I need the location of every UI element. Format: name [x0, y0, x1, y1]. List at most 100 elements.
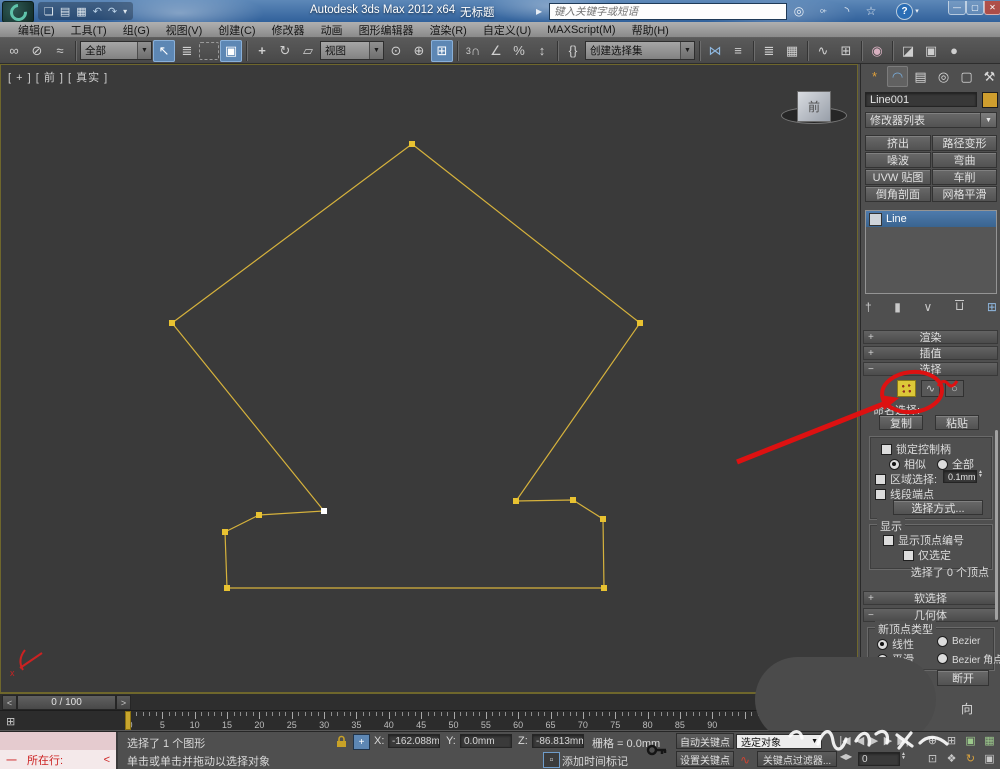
- angle-snap-icon[interactable]: ∠: [485, 40, 507, 62]
- app-menu-button[interactable]: [2, 0, 34, 24]
- pin-stack-icon[interactable]: †: [865, 300, 872, 314]
- break-button[interactable]: 断开: [937, 670, 989, 686]
- key-filters-button[interactable]: 关键点过滤器...: [757, 751, 837, 767]
- viewport-canvas[interactable]: [0, 64, 858, 693]
- coord-z-field[interactable]: -86.813mm: [532, 734, 584, 748]
- next-frame-button[interactable]: >: [116, 695, 131, 710]
- select-and-link-icon[interactable]: ∞: [3, 40, 25, 62]
- viewcube[interactable]: 前: [797, 91, 831, 122]
- rollout-interpolation[interactable]: + 插值: [863, 346, 998, 360]
- mirror-icon[interactable]: ⋈: [704, 40, 726, 62]
- stack-item-line[interactable]: Line: [866, 211, 996, 227]
- area-threshold-field[interactable]: 0.1mm: [943, 470, 977, 483]
- next-key-icon[interactable]: ▶: [882, 734, 894, 747]
- select-and-manipulate-icon[interactable]: ⊕: [408, 40, 430, 62]
- object-color-swatch[interactable]: [982, 92, 998, 108]
- tab-hierarchy-icon[interactable]: ▤: [910, 66, 931, 87]
- previous-frame-button[interactable]: <: [2, 695, 17, 710]
- panel-scrollbar[interactable]: [995, 430, 998, 620]
- named-selection-set-dropdown[interactable]: 创建选择集 ▼: [585, 41, 695, 60]
- favorites-star-icon[interactable]: ☆: [862, 3, 880, 19]
- select-object-icon[interactable]: ↖: [153, 39, 175, 62]
- infocenter-expand-icon[interactable]: ▸: [533, 3, 545, 19]
- qat-dropdown-icon[interactable]: ▾: [123, 7, 127, 16]
- previous-key-icon[interactable]: ◀: [854, 734, 866, 747]
- maximize-button[interactable]: ▢: [966, 1, 984, 15]
- time-tag-icon[interactable]: ▫: [543, 752, 560, 768]
- spinner-snap-icon[interactable]: ↕: [531, 40, 553, 62]
- zoom-all-icon[interactable]: ⊞: [943, 734, 960, 747]
- maxscript-listener-line[interactable]: 一 所在行: <: [0, 750, 118, 769]
- snap-toggle-3d-icon[interactable]: 3 ∩: [462, 40, 484, 62]
- menu-item-animation[interactable]: 动画: [313, 22, 351, 38]
- zoom-extents-icon[interactable]: ▣: [962, 734, 979, 747]
- modifier-stack-list[interactable]: Line: [865, 210, 997, 294]
- minimize-button[interactable]: —: [948, 1, 966, 15]
- vertex-subobject-icon[interactable]: [897, 380, 916, 397]
- menu-item-tools[interactable]: 工具(T): [63, 22, 115, 38]
- redo-icon[interactable]: ↷: [108, 5, 117, 18]
- maxscript-mini-listener[interactable]: [0, 732, 118, 750]
- pan-view-icon[interactable]: ❖: [943, 752, 960, 765]
- menu-item-maxscript[interactable]: MAXScript(M): [539, 24, 623, 36]
- menu-item-modifiers[interactable]: 修改器: [264, 22, 313, 38]
- zoom-region-icon[interactable]: ⊡: [924, 752, 941, 765]
- new-key-icon[interactable]: ∿: [737, 752, 753, 767]
- open-file-icon[interactable]: ▤: [60, 5, 70, 18]
- make-unique-icon[interactable]: ∨: [924, 300, 933, 314]
- all-radio[interactable]: [937, 458, 948, 470]
- spline-subobject-icon[interactable]: ○: [945, 380, 964, 397]
- remove-modifier-icon[interactable]: ⊔: [954, 300, 965, 314]
- show-vertex-numbers-checkbox[interactable]: [883, 534, 894, 546]
- play-animation-icon[interactable]: ▶: [868, 734, 880, 747]
- help-dropdown-icon[interactable]: ▾: [913, 3, 921, 19]
- lock-handles-checkbox[interactable]: [881, 443, 892, 455]
- modifier-button-noise[interactable]: 噪波: [865, 152, 931, 168]
- save-file-icon[interactable]: ▦: [76, 5, 86, 18]
- rollout-geometry[interactable]: − 几何体: [863, 608, 998, 622]
- rectangular-selection-region-icon[interactable]: [199, 41, 219, 60]
- selection-lock-icon[interactable]: [335, 735, 348, 748]
- linear-radio[interactable]: [877, 638, 888, 650]
- mini-curve-editor-icon[interactable]: ⊞: [6, 715, 15, 728]
- edit-named-selection-sets-icon[interactable]: {}: [562, 40, 584, 62]
- undo-icon[interactable]: ↶: [93, 5, 102, 18]
- curve-editor-icon[interactable]: ∿: [812, 40, 834, 62]
- menu-item-create[interactable]: 创建(C): [210, 22, 263, 38]
- select-by-button[interactable]: 选择方式...: [893, 500, 983, 515]
- keyboard-override-toggle-icon[interactable]: ⊞: [431, 39, 453, 62]
- bind-to-spacewarp-icon[interactable]: ≈: [49, 40, 71, 62]
- add-time-tag-button[interactable]: 添加时间标记: [562, 753, 628, 769]
- rollout-render[interactable]: + 渲染: [863, 330, 998, 344]
- tab-motion-icon[interactable]: ◎: [933, 66, 954, 87]
- paste-button[interactable]: 粘贴: [935, 415, 979, 430]
- close-button[interactable]: ✕: [984, 1, 1000, 15]
- render-setup-icon[interactable]: ◪: [897, 40, 919, 62]
- menu-item-group[interactable]: 组(G): [115, 22, 158, 38]
- select-and-move-icon[interactable]: +: [251, 40, 273, 62]
- selection-filter-dropdown[interactable]: 全部 ▼: [80, 41, 152, 60]
- zoom-extents-all-icon[interactable]: ▦: [981, 734, 998, 747]
- use-pivot-center-icon[interactable]: ⊙: [385, 40, 407, 62]
- window-crossing-toggle-icon[interactable]: ▣: [220, 39, 242, 62]
- rendered-frame-window-icon[interactable]: ▣: [920, 40, 942, 62]
- select-and-rotate-icon[interactable]: ↻: [274, 40, 296, 62]
- render-production-icon[interactable]: ●: [943, 40, 965, 62]
- auto-key-button[interactable]: 自动关键点: [676, 733, 734, 749]
- menu-item-help[interactable]: 帮助(H): [624, 22, 677, 38]
- viewport-label[interactable]: [ + ] [ 前 ] [ 真实 ]: [8, 69, 108, 85]
- object-name-field[interactable]: Line001: [865, 92, 977, 107]
- set-key-button[interactable]: 设置关键点: [676, 751, 734, 767]
- modifier-button-bend[interactable]: 弯曲: [932, 152, 997, 168]
- menu-item-views[interactable]: 视图(V): [158, 22, 211, 38]
- modifier-button-extrude[interactable]: 挤出: [865, 135, 931, 151]
- absolute-mode-toggle-icon[interactable]: +: [353, 734, 370, 750]
- select-and-scale-icon[interactable]: ▱: [297, 40, 319, 62]
- rollout-selection[interactable]: − 选择: [863, 362, 998, 376]
- frame-spinner[interactable]: ▲ ▼: [901, 752, 906, 761]
- selected-only-checkbox[interactable]: [903, 549, 914, 561]
- current-frame-marker[interactable]: [125, 711, 131, 730]
- graphite-ribbon-icon[interactable]: ▦: [781, 40, 803, 62]
- area-selection-checkbox[interactable]: [875, 473, 886, 485]
- area-threshold-spinner[interactable]: ▲ ▼: [978, 470, 983, 479]
